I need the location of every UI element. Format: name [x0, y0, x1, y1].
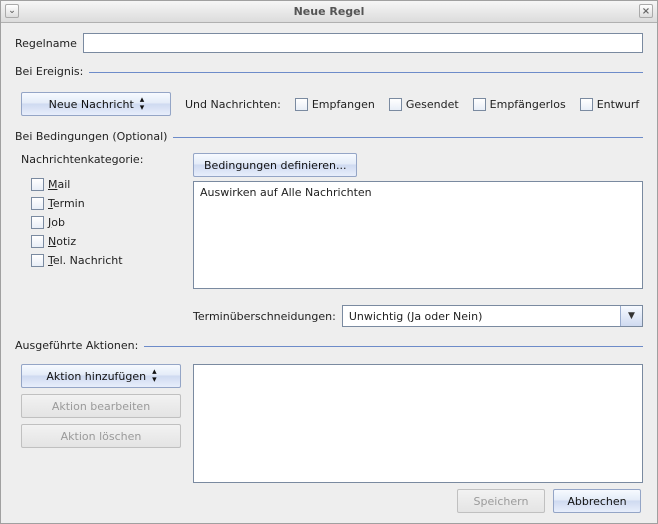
actions-left: Aktion hinzufügen ▴▾ Aktion bearbeiten A… — [21, 364, 181, 483]
check-tel-label: Tel. Nachricht — [48, 254, 123, 267]
rulename-row: Regelname — [15, 33, 643, 53]
dialog-window: ⌄ Neue Regel × Regelname Bei Ereignis: N… — [0, 0, 658, 524]
new-message-button-label: Neue Nachricht — [49, 98, 134, 111]
checkbox-icon — [31, 254, 44, 267]
checkbox-icon — [31, 235, 44, 248]
checkbox-icon — [31, 197, 44, 210]
window-title: Neue Regel — [294, 5, 365, 18]
check-mail-label: Mail — [48, 178, 70, 191]
check-tel[interactable]: Tel. Nachricht — [31, 254, 181, 267]
check-termin-label: Termin — [48, 197, 85, 210]
checkbox-icon — [31, 178, 44, 191]
dialog-footer: Speichern Abbrechen — [15, 483, 643, 515]
overlap-select[interactable]: Unwichtig (Ja oder Nein) ▼ — [342, 305, 643, 327]
overlap-value: Unwichtig (Ja oder Nein) — [343, 310, 489, 323]
event-section-header: Bei Ereignis: — [15, 65, 643, 78]
save-button-label: Speichern — [474, 495, 529, 508]
check-recipientless[interactable]: Empfängerlos — [473, 98, 566, 111]
category-list: Mail Termin Job Notiz — [21, 172, 181, 267]
conditions-summary[interactable]: Auswirken auf Alle Nachrichten — [193, 181, 643, 289]
checkbox-icon — [295, 98, 308, 111]
conditions-right: Bedingungen definieren... Auswirken auf … — [193, 153, 643, 327]
updown-icon: ▴▾ — [152, 368, 156, 384]
check-termin[interactable]: Termin — [31, 197, 181, 210]
cancel-button[interactable]: Abbrechen — [553, 489, 641, 513]
category-label: Nachrichtenkategorie: — [21, 153, 181, 166]
define-conditions-button[interactable]: Bedingungen definieren... — [193, 153, 357, 177]
check-job[interactable]: Job — [31, 216, 181, 229]
cancel-button-label: Abbrechen — [567, 495, 626, 508]
new-message-button[interactable]: Neue Nachricht ▴▾ — [21, 92, 171, 116]
check-draft-label: Entwurf — [597, 98, 640, 111]
check-sent-label: Gesendet — [406, 98, 459, 111]
check-job-label: Job — [48, 216, 65, 229]
conditions-header-label: Bei Bedingungen (Optional) — [15, 130, 167, 143]
delete-action-label: Aktion löschen — [61, 430, 142, 443]
check-recipientless-label: Empfängerlos — [490, 98, 566, 111]
divider — [173, 137, 643, 138]
actions-listbox[interactable] — [193, 364, 643, 483]
actions-section-header: Ausgeführte Aktionen: — [15, 339, 643, 352]
check-notiz[interactable]: Notiz — [31, 235, 181, 248]
titlebar: ⌄ Neue Regel × — [1, 1, 657, 23]
delete-action-button: Aktion löschen — [21, 424, 181, 448]
check-notiz-label: Notiz — [48, 235, 76, 248]
checkbox-icon — [31, 216, 44, 229]
rulename-input[interactable] — [83, 33, 643, 53]
overlap-label: Terminüberschneidungen: — [193, 310, 336, 323]
close-icon[interactable]: × — [639, 4, 653, 18]
add-action-button[interactable]: Aktion hinzufügen ▴▾ — [21, 364, 181, 388]
check-received[interactable]: Empfangen — [295, 98, 375, 111]
chevron-down-icon: ▼ — [620, 306, 642, 326]
and-messages-label: Und Nachrichten: — [185, 98, 281, 111]
edit-action-label: Aktion bearbeiten — [52, 400, 150, 413]
conditions-row: Nachrichtenkategorie: Mail Termin Job — [15, 149, 643, 327]
conditions-left: Nachrichtenkategorie: Mail Termin Job — [21, 153, 181, 267]
divider — [89, 72, 643, 73]
divider — [144, 346, 643, 347]
rulename-label: Regelname — [15, 37, 77, 50]
check-sent[interactable]: Gesendet — [389, 98, 459, 111]
edit-action-button: Aktion bearbeiten — [21, 394, 181, 418]
checkbox-icon — [389, 98, 402, 111]
checkbox-icon — [580, 98, 593, 111]
overlap-row: Terminüberschneidungen: Unwichtig (Ja od… — [193, 305, 643, 327]
actions-area: Aktion hinzufügen ▴▾ Aktion bearbeiten A… — [15, 358, 643, 483]
check-draft[interactable]: Entwurf — [580, 98, 640, 111]
define-conditions-label: Bedingungen definieren... — [204, 159, 346, 172]
conditions-summary-text: Auswirken auf Alle Nachrichten — [200, 186, 372, 199]
dialog-content: Regelname Bei Ereignis: Neue Nachricht ▴… — [1, 23, 657, 523]
event-row: Neue Nachricht ▴▾ Und Nachrichten: Empfa… — [15, 84, 643, 120]
event-header-label: Bei Ereignis: — [15, 65, 83, 78]
check-mail[interactable]: Mail — [31, 178, 181, 191]
actions-header-label: Ausgeführte Aktionen: — [15, 339, 138, 352]
save-button: Speichern — [457, 489, 545, 513]
window-menu-icon[interactable]: ⌄ — [5, 4, 19, 18]
checkbox-icon — [473, 98, 486, 111]
conditions-section-header: Bei Bedingungen (Optional) — [15, 130, 643, 143]
updown-icon: ▴▾ — [140, 96, 144, 112]
add-action-label: Aktion hinzufügen — [46, 370, 146, 383]
check-received-label: Empfangen — [312, 98, 375, 111]
